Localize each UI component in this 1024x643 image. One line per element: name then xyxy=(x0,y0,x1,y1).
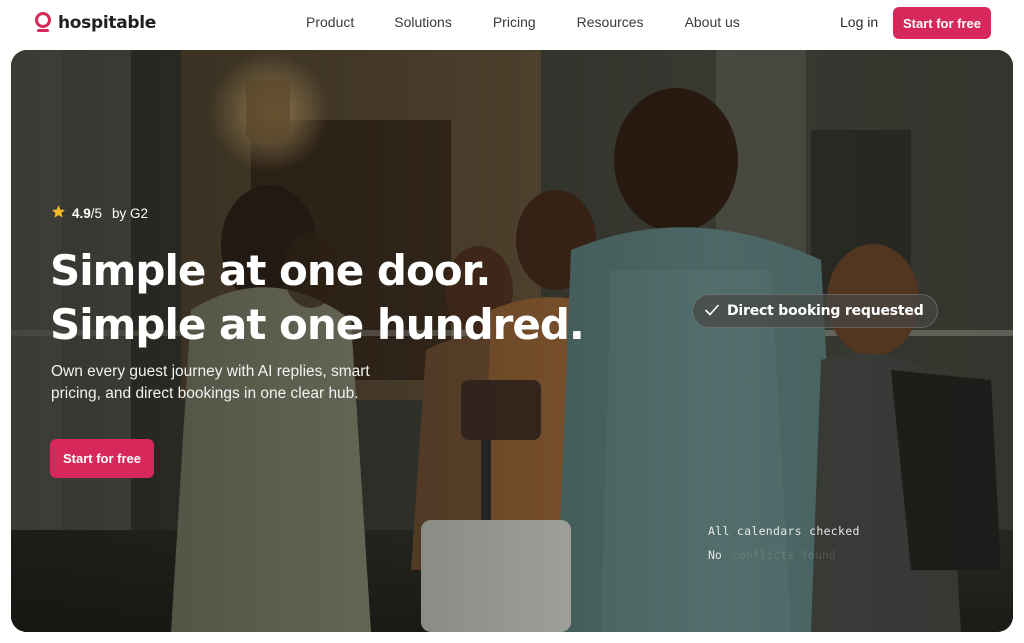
rating-score: 4.9 xyxy=(72,205,91,221)
hero-subtext: Own every guest journey with AI replies,… xyxy=(51,363,370,402)
nav-solutions[interactable]: Solutions xyxy=(394,14,452,30)
rating-source: by G2 xyxy=(112,205,149,221)
rating-badge: 4.9 /5 by G2 xyxy=(51,204,148,222)
check-icon xyxy=(705,303,719,320)
nav-resources[interactable]: Resources xyxy=(577,14,644,30)
direct-booking-pill: Direct booking requested xyxy=(692,294,938,328)
star-icon xyxy=(51,204,66,222)
start-free-button-nav[interactable]: Start for free xyxy=(893,7,991,39)
nav-pricing[interactable]: Pricing xyxy=(493,14,536,30)
calendar-status-log: All calendars checked xyxy=(708,524,860,538)
log-prefix: No xyxy=(708,548,722,562)
log-faded-text: conflicts found xyxy=(731,548,836,562)
hero-section: 4.9 /5 by G2 Simple at one door. Simple … xyxy=(11,50,1013,632)
main-nav: Product Solutions Pricing Resources Abou… xyxy=(306,14,740,30)
brand-name: hospitable xyxy=(58,13,157,33)
headline-line-1: Simple at one door. xyxy=(50,246,491,295)
conflict-status-log: No conflicts found xyxy=(708,548,836,562)
nav-about-us[interactable]: About us xyxy=(685,14,740,30)
pill-text: Direct booking requested xyxy=(727,303,924,319)
brand-logo[interactable]: hospitable xyxy=(34,11,156,35)
top-nav: hospitable Product Solutions Pricing Res… xyxy=(0,0,1024,46)
rating-out-of: /5 xyxy=(90,205,103,221)
headline-line-2: Simple at one hundred. xyxy=(50,300,585,349)
nav-product[interactable]: Product xyxy=(306,14,354,30)
start-free-button-hero[interactable]: Start for free xyxy=(50,439,154,478)
logo-icon xyxy=(34,11,52,35)
login-link[interactable]: Log in xyxy=(840,14,878,30)
hero-headline: Simple at one door. Simple at one hundre… xyxy=(50,244,610,352)
